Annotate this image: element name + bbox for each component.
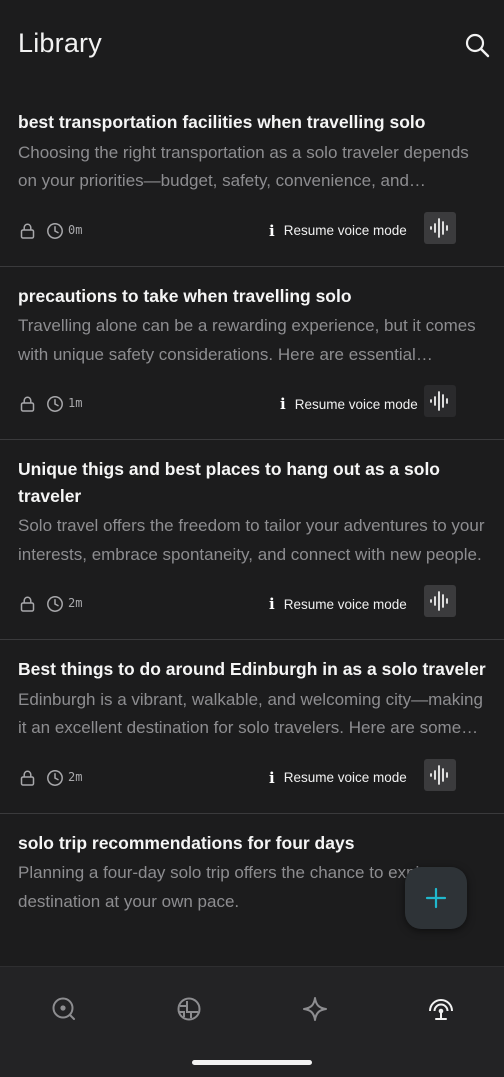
search-icon[interactable] <box>464 32 490 58</box>
clock-icon <box>47 222 63 239</box>
spaces-icon[interactable] <box>175 995 203 1023</box>
header: Library <box>0 0 504 92</box>
page-title: Library <box>18 28 102 58</box>
thread-duration: 2m <box>68 596 83 610</box>
new-thread-button[interactable] <box>405 867 467 929</box>
thread-title: precautions to take when travelling solo <box>18 285 352 306</box>
voice-waveform-icon[interactable] <box>424 758 456 791</box>
info-icon: i <box>280 395 286 413</box>
info-icon: i <box>269 768 275 787</box>
thread-preview: Choosing the right transportation as a s… <box>18 142 469 191</box>
resume-voice-mode-button[interactable]: i Resume voice mode <box>269 765 407 791</box>
voice-waveform-icon[interactable] <box>424 211 456 244</box>
info-icon: i <box>269 595 275 613</box>
lock-icon <box>20 223 35 239</box>
resume-voice-mode-button[interactable]: i Resume voice mode <box>269 218 407 244</box>
thread-title: best transportation facilities when trav… <box>18 112 426 132</box>
clock-icon <box>47 596 63 612</box>
resume-voice-mode-label: Resume voice mode <box>283 223 407 238</box>
resume-voice-mode-label: Resume voice mode <box>283 596 407 612</box>
thread-preview: Edinburgh is a vibrant, walkable, and we… <box>18 689 483 738</box>
resume-voice-mode-button[interactable]: i Resume voice mode <box>269 591 407 617</box>
thread-duration: 1m <box>68 396 83 410</box>
library-icon[interactable] <box>427 995 455 1023</box>
plus-icon <box>425 887 447 909</box>
thread-list[interactable]: best transportation facilities when trav… <box>0 92 504 966</box>
resume-voice-mode-label: Resume voice mode <box>283 770 407 785</box>
info-icon: i <box>269 221 275 240</box>
resume-voice-mode-label: Resume voice mode <box>294 396 418 412</box>
thread-preview: Solo travel offers the freedom to tailor… <box>18 516 485 564</box>
lock-icon <box>20 596 35 612</box>
voice-waveform-icon[interactable] <box>424 585 456 617</box>
voice-waveform-icon[interactable] <box>424 385 456 417</box>
thread-item[interactable]: precautions to take when travelling solo… <box>0 267 504 440</box>
resume-voice-mode-button[interactable]: i Resume voice mode <box>280 391 418 417</box>
thread-meta: 1m i Resume voice mode <box>18 369 486 439</box>
thread-duration: 0m <box>68 222 83 237</box>
lock-icon <box>20 396 35 412</box>
thread-item[interactable]: best transportation facilities when trav… <box>0 92 504 267</box>
thread-title: Best things to do around Edinburgh in as… <box>18 659 486 679</box>
thread-meta: 2m i Resume voice mode <box>18 743 486 813</box>
thread-item[interactable]: Unique thigs and best places to hang out… <box>0 440 504 640</box>
thread-title: Unique thigs and best places to hang out… <box>18 459 440 506</box>
thread-title: solo trip recommendations for four days <box>18 832 355 853</box>
clock-icon <box>47 396 63 412</box>
lock-icon <box>20 770 35 786</box>
thread-duration: 2m <box>68 769 83 784</box>
bottom-nav <box>0 966 504 1077</box>
clock-icon <box>47 769 63 786</box>
thread-meta: 0m i Resume voice mode <box>18 196 486 266</box>
thread-preview: Travelling alone can be a rewarding expe… <box>18 316 476 364</box>
home-indicator <box>192 1060 312 1065</box>
thread-item[interactable]: Best things to do around Edinburgh in as… <box>0 640 504 814</box>
thread-meta: 2m i Resume voice mode <box>18 569 486 639</box>
sparkle-icon[interactable] <box>301 995 329 1023</box>
discover-icon[interactable] <box>50 995 78 1023</box>
